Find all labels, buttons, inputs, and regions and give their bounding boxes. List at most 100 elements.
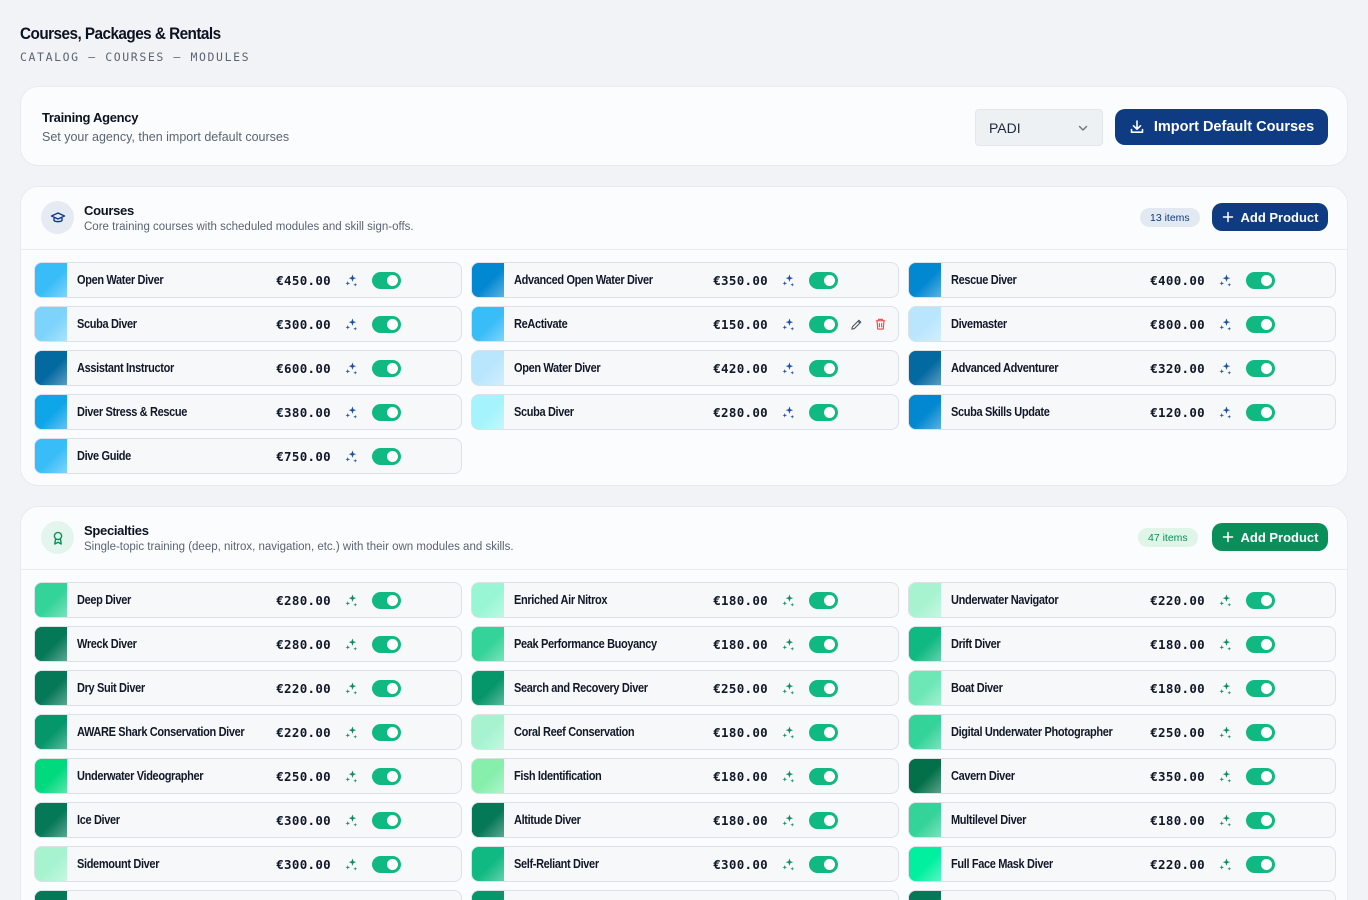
product-row[interactable]: Search and Recovery Diver €250.00 (471, 670, 899, 706)
sparkles-icon[interactable] (344, 857, 359, 872)
sparkles-icon[interactable] (1218, 813, 1233, 828)
sparkles-icon[interactable] (344, 769, 359, 784)
active-toggle[interactable] (1246, 812, 1275, 829)
active-toggle[interactable] (1246, 768, 1275, 785)
sparkles-icon[interactable] (1218, 857, 1233, 872)
sparkles-icon[interactable] (781, 273, 796, 288)
sparkles-icon[interactable] (781, 317, 796, 332)
product-row[interactable]: Dive Guide €750.00 (34, 438, 462, 474)
courses-add-product-button[interactable]: Add Product (1212, 203, 1328, 231)
sparkles-icon[interactable] (781, 857, 796, 872)
product-row[interactable]: Divemaster €800.00 (908, 306, 1336, 342)
import-default-courses-button[interactable]: Import Default Courses (1115, 109, 1328, 145)
product-row[interactable]: Sidemount Diver €300.00 (34, 846, 462, 882)
active-toggle[interactable] (372, 272, 401, 289)
active-toggle[interactable] (809, 724, 838, 741)
active-toggle[interactable] (1246, 680, 1275, 697)
product-row[interactable]: Cavern Diver €350.00 (908, 758, 1336, 794)
sparkles-icon[interactable] (1218, 637, 1233, 652)
product-row[interactable]: Drift Diver €180.00 (908, 626, 1336, 662)
sparkles-icon[interactable] (344, 361, 359, 376)
product-row[interactable]: Enriched Air Nitrox €180.00 (471, 582, 899, 618)
active-toggle[interactable] (372, 316, 401, 333)
sparkles-icon[interactable] (344, 725, 359, 740)
sparkles-icon[interactable] (1218, 681, 1233, 696)
sparkles-icon[interactable] (781, 361, 796, 376)
sparkles-icon[interactable] (781, 637, 796, 652)
product-row[interactable]: Underwater Navigator €220.00 (908, 582, 1336, 618)
product-row[interactable]: Underwater Videographer €250.00 (34, 758, 462, 794)
active-toggle[interactable] (1246, 592, 1275, 609)
agency-select[interactable]: PADI (975, 109, 1103, 146)
product-row[interactable]: Fish Identification €180.00 (471, 758, 899, 794)
product-row[interactable]: Advanced Open Water Diver €350.00 (471, 262, 899, 298)
product-row[interactable]: Full Face Mask Diver €220.00 (908, 846, 1336, 882)
active-toggle[interactable] (809, 592, 838, 609)
sparkles-icon[interactable] (1218, 317, 1233, 332)
product-row[interactable]: Scuba Diver €300.00 (34, 306, 462, 342)
active-toggle[interactable] (372, 360, 401, 377)
active-toggle[interactable] (1246, 636, 1275, 653)
active-toggle[interactable] (1246, 724, 1275, 741)
active-toggle[interactable] (1246, 360, 1275, 377)
active-toggle[interactable] (809, 636, 838, 653)
product-row[interactable]: Wreck Diver €280.00 (34, 626, 462, 662)
active-toggle[interactable] (809, 404, 838, 421)
product-row[interactable] (471, 890, 899, 900)
sparkles-icon[interactable] (344, 593, 359, 608)
sparkles-icon[interactable] (781, 405, 796, 420)
product-row[interactable]: Diver Stress & Rescue €380.00 (34, 394, 462, 430)
sparkles-icon[interactable] (781, 769, 796, 784)
product-row[interactable]: Altitude Diver €180.00 (471, 802, 899, 838)
active-toggle[interactable] (372, 592, 401, 609)
sparkles-icon[interactable] (781, 593, 796, 608)
product-row[interactable]: Self-Reliant Diver €300.00 (471, 846, 899, 882)
active-toggle[interactable] (372, 448, 401, 465)
product-row[interactable]: Advanced Adventurer €320.00 (908, 350, 1336, 386)
sparkles-icon[interactable] (1218, 593, 1233, 608)
product-row[interactable]: ReActivate €150.00 (471, 306, 899, 342)
active-toggle[interactable] (1246, 856, 1275, 873)
active-toggle[interactable] (372, 636, 401, 653)
product-row[interactable] (908, 890, 1336, 900)
sparkles-icon[interactable] (781, 813, 796, 828)
product-row[interactable]: Open Water Diver €420.00 (471, 350, 899, 386)
product-row[interactable]: Ice Diver €300.00 (34, 802, 462, 838)
product-row[interactable]: Coral Reef Conservation €180.00 (471, 714, 899, 750)
active-toggle[interactable] (372, 724, 401, 741)
sparkles-icon[interactable] (1218, 769, 1233, 784)
product-row[interactable] (34, 890, 462, 900)
active-toggle[interactable] (1246, 316, 1275, 333)
specialties-add-product-button[interactable]: Add Product (1212, 523, 1328, 551)
product-row[interactable]: Digital Underwater Photographer €250.00 (908, 714, 1336, 750)
active-toggle[interactable] (809, 680, 838, 697)
sparkles-icon[interactable] (344, 273, 359, 288)
active-toggle[interactable] (809, 360, 838, 377)
product-row[interactable]: Scuba Skills Update €120.00 (908, 394, 1336, 430)
sparkles-icon[interactable] (344, 637, 359, 652)
pencil-icon[interactable] (850, 318, 863, 331)
product-row[interactable]: Boat Diver €180.00 (908, 670, 1336, 706)
sparkles-icon[interactable] (1218, 725, 1233, 740)
sparkles-icon[interactable] (1218, 361, 1233, 376)
product-row[interactable]: Peak Performance Buoyancy €180.00 (471, 626, 899, 662)
trash-icon[interactable] (874, 317, 887, 331)
sparkles-icon[interactable] (344, 449, 359, 464)
active-toggle[interactable] (372, 404, 401, 421)
sparkles-icon[interactable] (781, 681, 796, 696)
product-row[interactable]: Rescue Diver €400.00 (908, 262, 1336, 298)
product-row[interactable]: Scuba Diver €280.00 (471, 394, 899, 430)
active-toggle[interactable] (809, 812, 838, 829)
product-row[interactable]: Multilevel Diver €180.00 (908, 802, 1336, 838)
active-toggle[interactable] (1246, 272, 1275, 289)
product-row[interactable]: Dry Suit Diver €220.00 (34, 670, 462, 706)
product-row[interactable]: Deep Diver €280.00 (34, 582, 462, 618)
product-row[interactable]: Open Water Diver €450.00 (34, 262, 462, 298)
active-toggle[interactable] (809, 768, 838, 785)
sparkles-icon[interactable] (344, 681, 359, 696)
product-row[interactable]: AWARE Shark Conservation Diver €220.00 (34, 714, 462, 750)
active-toggle[interactable] (372, 856, 401, 873)
sparkles-icon[interactable] (344, 405, 359, 420)
active-toggle[interactable] (809, 316, 838, 333)
sparkles-icon[interactable] (344, 813, 359, 828)
